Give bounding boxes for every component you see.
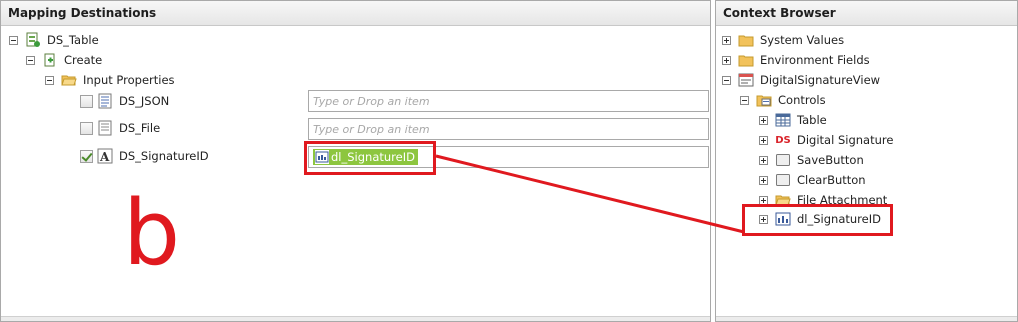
context-item-clearbutton[interactable]: ClearButton bbox=[759, 171, 866, 189]
expand-icon[interactable] bbox=[759, 155, 768, 165]
context-browser-panel: Context Browser System Values Environmen… bbox=[715, 0, 1018, 322]
tree-node-input-properties[interactable]: Input Properties bbox=[45, 71, 175, 89]
context-item-label: Controls bbox=[778, 93, 826, 107]
expand-icon[interactable] bbox=[722, 55, 731, 65]
context-item-label: Digital Signature bbox=[797, 133, 894, 147]
folder-icon bbox=[738, 32, 754, 48]
table-icon bbox=[775, 112, 791, 128]
scroll-region bbox=[1, 316, 710, 321]
context-item-environment-fields[interactable]: Environment Fields bbox=[722, 51, 870, 69]
property-row-ds-file[interactable]: DS_File bbox=[80, 119, 160, 137]
context-item-savebutton[interactable]: SaveButton bbox=[759, 151, 864, 169]
collapse-icon[interactable] bbox=[26, 55, 35, 65]
folder-open-icon bbox=[61, 72, 77, 88]
file-field-icon bbox=[97, 120, 113, 136]
ds-json-mapping-field[interactable]: Type or Drop an item bbox=[308, 90, 709, 112]
expand-icon[interactable] bbox=[759, 135, 768, 145]
context-item-controls[interactable]: Controls bbox=[740, 91, 826, 109]
expand-icon[interactable] bbox=[722, 35, 731, 45]
tree-node-label: Input Properties bbox=[83, 73, 175, 87]
button-icon bbox=[775, 172, 791, 188]
collapse-icon[interactable] bbox=[722, 75, 731, 85]
smartobject-icon bbox=[25, 32, 41, 48]
method-icon bbox=[42, 52, 58, 68]
highlight-box-context-item bbox=[742, 204, 893, 236]
context-item-table[interactable]: Table bbox=[759, 111, 827, 129]
context-item-digital-signature[interactable]: DS Digital Signature bbox=[759, 131, 893, 149]
context-item-label: ClearButton bbox=[797, 173, 866, 187]
controls-folder-icon bbox=[756, 92, 772, 108]
mapping-destinations-header: Mapping Destinations bbox=[1, 1, 710, 26]
tree-node-label: DS_Table bbox=[47, 33, 99, 47]
highlight-box-mapped-item bbox=[304, 141, 436, 175]
tree-node-ds-table[interactable]: DS_Table bbox=[9, 31, 99, 49]
text-field-icon: A bbox=[97, 148, 113, 164]
context-item-label: Table bbox=[797, 113, 827, 127]
context-browser-header: Context Browser bbox=[716, 1, 1017, 26]
property-row-ds-signatureid[interactable]: A DS_SignatureID bbox=[80, 147, 209, 165]
svg-text:A: A bbox=[99, 150, 110, 164]
property-checkbox-checked[interactable] bbox=[80, 149, 93, 163]
property-label: DS_SignatureID bbox=[119, 149, 209, 163]
collapse-icon[interactable] bbox=[740, 95, 749, 105]
tree-node-label: Create bbox=[64, 53, 103, 67]
context-item-label: Environment Fields bbox=[760, 53, 870, 67]
context-item-label: System Values bbox=[760, 33, 845, 47]
memo-field-icon bbox=[97, 93, 113, 109]
ds-icon: DS bbox=[775, 134, 791, 146]
property-checkbox[interactable] bbox=[80, 94, 93, 108]
button-icon bbox=[775, 152, 791, 168]
property-label: DS_JSON bbox=[119, 94, 170, 108]
tree-node-create[interactable]: Create bbox=[26, 51, 102, 69]
view-icon bbox=[738, 72, 754, 88]
collapse-icon[interactable] bbox=[45, 75, 54, 85]
property-checkbox[interactable] bbox=[80, 121, 93, 135]
annotation-letter: b bbox=[123, 181, 181, 286]
context-item-label: DigitalSignatureView bbox=[760, 73, 881, 87]
scroll-region bbox=[716, 316, 1017, 321]
context-item-label: SaveButton bbox=[797, 153, 864, 167]
field-placeholder: Type or Drop an item bbox=[313, 122, 430, 136]
folder-icon bbox=[738, 52, 754, 68]
collapse-icon[interactable] bbox=[9, 35, 18, 45]
expand-icon[interactable] bbox=[759, 115, 768, 125]
expand-icon[interactable] bbox=[759, 175, 768, 185]
property-label: DS_File bbox=[119, 121, 161, 135]
property-row-ds-json[interactable]: DS_JSON bbox=[80, 92, 169, 110]
field-placeholder: Type or Drop an item bbox=[313, 94, 430, 108]
context-item-digitalsignatureview[interactable]: DigitalSignatureView bbox=[722, 71, 880, 89]
context-item-system-values[interactable]: System Values bbox=[722, 31, 844, 49]
ds-file-mapping-field[interactable]: Type or Drop an item bbox=[308, 118, 709, 140]
